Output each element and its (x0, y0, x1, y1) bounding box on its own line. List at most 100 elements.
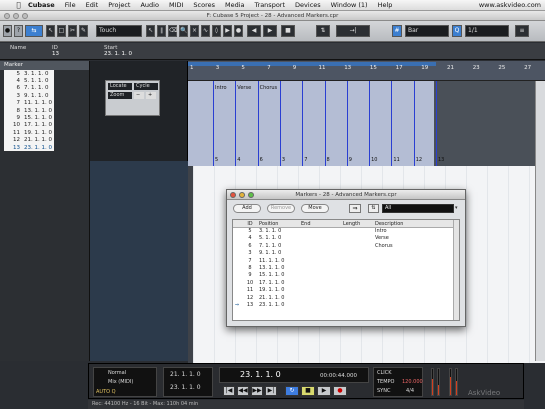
list-item[interactable]: 9 15. 1. 1. 0 (4, 114, 54, 121)
cell-id[interactable]: 10 (241, 280, 259, 287)
table-row[interactable]: 3 9. 1. 1. 0 (233, 250, 459, 257)
cell-position[interactable]: 3. 1. 1. 0 (259, 228, 301, 235)
menu-edit[interactable]: Edit (81, 1, 104, 9)
cell-length[interactable] (343, 250, 375, 257)
cell-position[interactable]: 11. 1. 1. 0 (259, 258, 301, 265)
cycle-record-mode-select[interactable]: Mix (MIDI) (108, 379, 133, 385)
cell-id[interactable]: 7 (241, 258, 259, 265)
split-tool-icon[interactable]: ✂ (68, 25, 77, 37)
sync-button[interactable]: SYNC (377, 388, 390, 394)
table-row[interactable]: 6 7. 1. 1. 0 Chorus (233, 243, 459, 250)
list-item[interactable]: 8 13. 1. 1. 0 (4, 107, 54, 114)
menu-midi[interactable]: MIDI (164, 1, 188, 9)
cell-length[interactable] (343, 258, 375, 265)
comp-tool-icon[interactable]: ◊ (212, 25, 221, 37)
cell-end[interactable] (301, 272, 343, 279)
list-item[interactable]: 3 9. 1. 1. 0 (4, 92, 54, 99)
menu-file[interactable]: File (60, 1, 81, 9)
table-row[interactable]: 12 21. 1. 1. 0 (233, 295, 459, 302)
cell-description[interactable] (375, 287, 445, 294)
cell-end[interactable] (301, 280, 343, 287)
time-warp-icon[interactable]: ∿ (201, 25, 210, 37)
zoom-icon[interactable] (22, 13, 28, 19)
play-tool-icon[interactable]: ▶ (223, 25, 232, 37)
marker-line[interactable] (213, 81, 214, 166)
menu-project[interactable]: Project (103, 1, 135, 9)
glue-tool-icon[interactable]: ∥ (157, 25, 166, 37)
zoom-tool-icon[interactable]: 🔍 (179, 25, 188, 37)
marker-line[interactable] (324, 81, 326, 166)
cell-length[interactable] (343, 228, 375, 235)
tempo-value[interactable]: 120.000 (402, 379, 423, 385)
cell-position[interactable]: 9. 1. 1. 0 (259, 250, 301, 257)
table-row[interactable]: 5 3. 1. 1. 0 Intro (233, 228, 459, 235)
cell-position[interactable]: 7. 1. 1. 0 (259, 243, 301, 250)
empty-track-area[interactable] (90, 161, 188, 361)
col-id[interactable]: ID (241, 220, 259, 227)
table-row[interactable]: 10 17. 1. 1. 0 (233, 280, 459, 287)
marker-line[interactable] (257, 81, 259, 166)
primary-time-display[interactable]: 23. 1. 1. 0 (240, 370, 281, 379)
list-item[interactable]: 12 21. 1. 1. 0 (4, 137, 54, 144)
list-item[interactable]: 13 23. 1. 1. 0 (4, 144, 54, 151)
add-marker-button[interactable]: Add (233, 204, 261, 213)
cell-end[interactable] (301, 287, 343, 294)
snap-mode-select[interactable]: →| (336, 25, 370, 37)
marker-line[interactable] (302, 81, 304, 166)
vertical-scrollbar[interactable] (535, 81, 545, 361)
chevron-down-icon[interactable]: ▾ (455, 204, 463, 213)
zoom-out-icon[interactable]: − (134, 92, 144, 99)
filter-icon[interactable]: ⇅ (368, 204, 379, 213)
cell-description[interactable] (375, 295, 445, 302)
cell-length[interactable] (343, 287, 375, 294)
fast-forward-icon[interactable]: ▶▶ (251, 386, 263, 396)
close-icon[interactable] (4, 13, 10, 19)
cell-length[interactable] (343, 243, 375, 250)
cell-position[interactable]: 17. 1. 1. 0 (259, 280, 301, 287)
automation-mode-select[interactable]: Touch (96, 25, 142, 37)
marker-line[interactable] (413, 81, 415, 166)
marker-line[interactable] (235, 81, 237, 166)
table-row[interactable]: 9 15. 1. 1. 0 (233, 272, 459, 279)
marker-track-header[interactable]: Locate Cycle Zoom − + (105, 80, 160, 116)
cell-description[interactable]: Verse (375, 235, 445, 242)
locate-arrow-icon[interactable]: ⇒ (349, 204, 361, 213)
ruler[interactable]: 1 3 5 7 9 11 13 15 17 19 21 23 25 27 (188, 61, 545, 81)
list-item[interactable]: 5 3. 1. 1. 0 (4, 70, 54, 77)
menu-media[interactable]: Media (220, 1, 250, 9)
record-mode-select[interactable]: Normal (108, 370, 126, 376)
rewind-icon[interactable]: ◀◀ (237, 386, 249, 396)
signature-value[interactable]: 4/4 (406, 388, 414, 394)
color-tool-icon[interactable]: ● (234, 25, 243, 37)
move-marker-button[interactable]: Move (301, 204, 329, 213)
cell-id[interactable]: 9 (241, 272, 259, 279)
color-palette-icon[interactable]: ■ (281, 25, 295, 37)
marker-line[interactable] (346, 81, 348, 166)
col-end[interactable]: End (301, 220, 343, 227)
cell-end[interactable] (301, 258, 343, 265)
erase-tool-icon[interactable]: ⌫ (168, 25, 177, 37)
stop-icon[interactable]: ■ (301, 386, 315, 396)
info-start-value[interactable]: 23. 1. 1. 0 (104, 51, 132, 57)
menu-cubase[interactable]: Cubase (23, 1, 60, 9)
cell-position[interactable]: 21. 1. 1. 0 (259, 295, 301, 302)
col-description[interactable]: Description (375, 220, 445, 227)
cell-id[interactable]: 3 (241, 250, 259, 257)
cell-id[interactable]: 8 (241, 265, 259, 272)
cell-end[interactable] (301, 295, 343, 302)
cell-description[interactable] (375, 265, 445, 272)
activate-project-icon[interactable]: ● (3, 25, 12, 37)
table-row[interactable]: 11 19. 1. 1. 0 (233, 287, 459, 294)
cell-description[interactable] (375, 302, 445, 309)
info-id-value[interactable]: 13 (52, 51, 59, 57)
marker-line[interactable] (391, 81, 393, 166)
cell-id[interactable]: 4 (241, 235, 259, 242)
zoom-icon[interactable] (248, 192, 254, 198)
marker-filter-select[interactable]: All (382, 204, 454, 213)
table-row[interactable]: 8 13. 1. 1. 0 (233, 265, 459, 272)
cell-description[interactable]: Chorus (375, 243, 445, 250)
cell-position[interactable]: 15. 1. 1. 0 (259, 272, 301, 279)
nudge-right-icon[interactable]: ▶ (263, 25, 277, 37)
minimize-icon[interactable] (239, 192, 245, 198)
tempo-button[interactable]: TEMPO (377, 379, 394, 385)
